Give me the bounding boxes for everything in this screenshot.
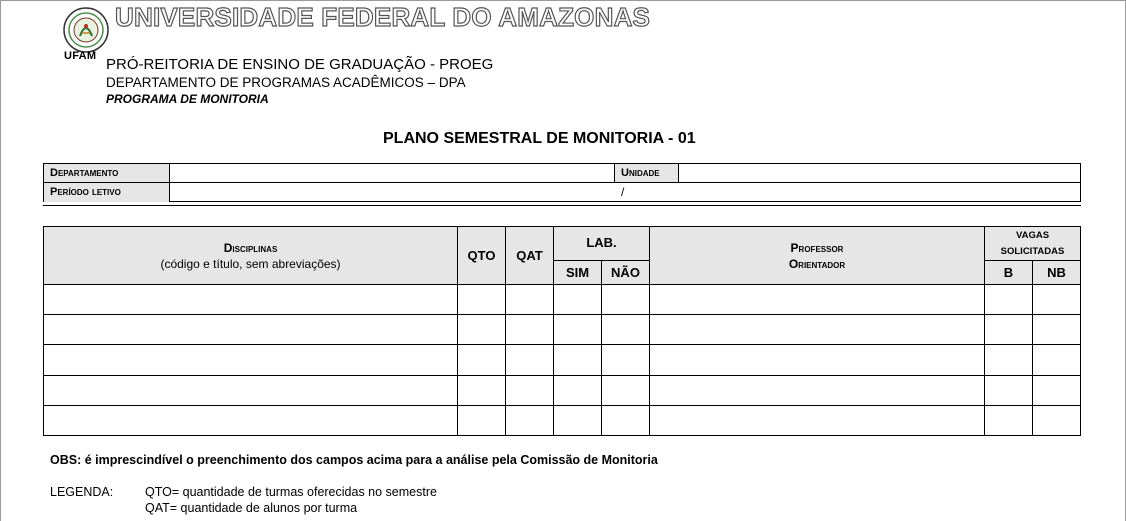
vagas-header-line2: SOLICITADAS: [1000, 246, 1065, 257]
table-row[interactable]: [44, 345, 1080, 375]
table-row[interactable]: [44, 285, 1080, 314]
row-divider: [984, 260, 1080, 261]
departamento-field[interactable]: [171, 164, 613, 182]
info-row-departamento: Departamento Unidade: [44, 164, 1080, 183]
logo-caption: UFAM: [64, 50, 97, 62]
disciplinas-header-sub: (código e título, sem abreviações): [160, 257, 341, 271]
qat-header-label: QAT: [516, 248, 543, 263]
table-row[interactable]: [44, 406, 1080, 435]
unidade-label: Unidade: [614, 164, 679, 182]
university-title: UNIVERSIDADE FEDERAL DO AMAZONAS: [114, 1, 651, 32]
info-table: Departamento Unidade Período letivo /: [43, 163, 1081, 202]
professor-header: Professor Orientador: [650, 227, 984, 284]
professor-header-line2: Orientador: [788, 257, 846, 271]
periodo-label: Período letivo: [44, 183, 170, 202]
info-divider: [43, 205, 1081, 206]
department-line: DEPARTAMENTO DE PROGRAMAS ACADÊMICOS – D…: [106, 75, 466, 90]
sim-header: SIM: [554, 261, 601, 284]
b-header-label: B: [1003, 265, 1014, 280]
disciplinas-header-title: Disciplinas: [223, 241, 278, 255]
page-border-left: [0, 0, 1, 521]
nao-header-label: NÃO: [611, 265, 640, 280]
ufam-seal-icon: [63, 7, 109, 53]
unidade-field[interactable]: [680, 164, 1080, 182]
info-row-periodo: Período letivo /: [44, 183, 1080, 202]
page-border-top: [0, 0, 1126, 1]
vagas-header-line1: VAGAS: [1015, 230, 1050, 241]
qto-header-label: QTO: [467, 248, 496, 263]
legenda-label: LEGENDA:: [50, 485, 114, 499]
departamento-label: Departamento: [44, 164, 170, 182]
program-line: PROGRAMA DE MONITORIA: [106, 92, 269, 106]
nb-header-label: NB: [1047, 265, 1066, 280]
nao-header: NÃO: [602, 261, 649, 284]
sim-header-label: SIM: [565, 265, 590, 280]
professor-header-line1: Professor: [790, 241, 844, 255]
vagas-header: VAGAS SOLICITADAS: [985, 227, 1080, 260]
lab-header-label: LAB.: [586, 235, 617, 250]
table-row[interactable]: [44, 376, 1080, 405]
b-header: B: [985, 261, 1032, 284]
disciplinas-table: Disciplinas (código e título, sem abrevi…: [43, 226, 1081, 436]
table-row[interactable]: [44, 315, 1080, 344]
obs-note: OBS: é imprescindível o preenchimento do…: [50, 453, 658, 467]
nb-header: NB: [1033, 261, 1080, 284]
legenda-line-qto: QTO= quantidade de turmas oferecidas no …: [145, 485, 437, 499]
proreitoria-line: PRÓ-REITORIA DE ENSINO DE GRADUAÇÃO - PR…: [106, 56, 494, 73]
legenda-line-qat: QAT= quantidade de alunos por turma: [145, 501, 358, 515]
row-divider: [553, 260, 650, 261]
lab-header: LAB.: [554, 227, 649, 260]
qat-header: QAT: [506, 227, 553, 284]
periodo-field[interactable]: /: [621, 185, 624, 199]
disciplinas-header: Disciplinas (código e título, sem abrevi…: [44, 227, 457, 284]
qto-header: QTO: [458, 227, 505, 284]
